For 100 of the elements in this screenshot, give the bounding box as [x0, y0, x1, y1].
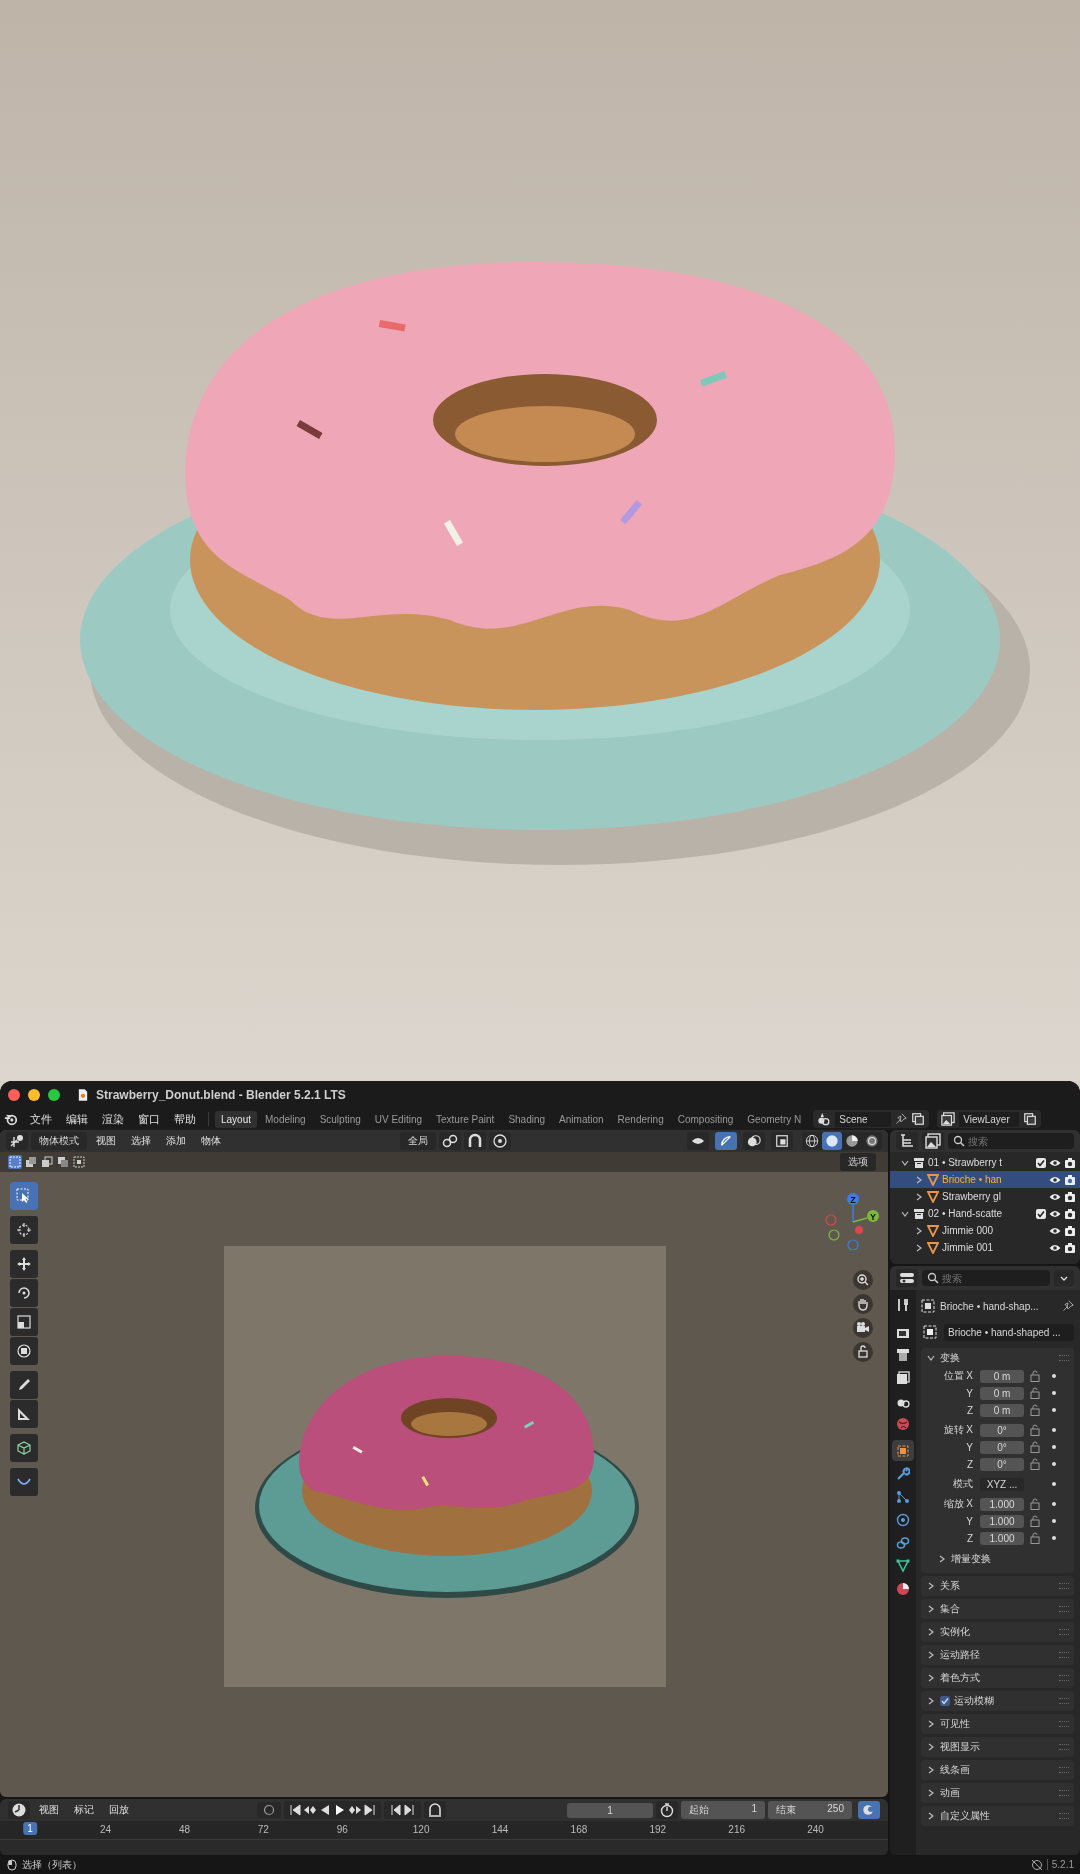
- menu-item[interactable]: 视图: [90, 1134, 122, 1148]
- number-field[interactable]: 0 m: [980, 1369, 1024, 1383]
- menu-item[interactable]: 文件: [24, 1111, 58, 1127]
- dropdown-icon[interactable]: [1054, 1270, 1074, 1286]
- keying-icon[interactable]: [423, 1801, 446, 1819]
- pin-icon[interactable]: [895, 1113, 908, 1125]
- lock-icon[interactable]: [1030, 1458, 1040, 1470]
- sync-button[interactable]: [858, 1801, 880, 1819]
- panel-header[interactable]: 增量变换: [921, 1549, 1074, 1569]
- playhead[interactable]: 1: [23, 1822, 37, 1835]
- chevron-icon[interactable]: [914, 1191, 924, 1202]
- keyframe-dot-icon[interactable]: [1051, 1373, 1057, 1379]
- tool-button[interactable]: [10, 1182, 38, 1210]
- menu-item[interactable]: 添加: [160, 1134, 192, 1148]
- outliner-row[interactable]: Jimmie 000: [890, 1222, 1080, 1239]
- workspace-tab[interactable]: Animation: [553, 1110, 610, 1128]
- close-window-button[interactable]: [8, 1088, 20, 1101]
- pin-icon[interactable]: [1062, 1300, 1074, 1312]
- panel-header[interactable]: 集合: [921, 1599, 1074, 1619]
- outliner-row[interactable]: 02 • Hand-scatte: [890, 1205, 1080, 1222]
- grip-icon[interactable]: [1059, 1698, 1069, 1704]
- number-field[interactable]: 1.000: [980, 1514, 1024, 1528]
- number-field[interactable]: 0°: [980, 1440, 1024, 1454]
- step-forward-icon[interactable]: [403, 1804, 416, 1816]
- lock-icon[interactable]: [1030, 1387, 1040, 1399]
- tool-button[interactable]: [10, 1308, 38, 1336]
- next-keyframe-icon[interactable]: [348, 1804, 361, 1816]
- tool-button[interactable]: [10, 1337, 38, 1365]
- mode-dropdown[interactable]: 物体模式: [31, 1132, 87, 1150]
- lock-icon[interactable]: [1030, 1404, 1040, 1416]
- panel-header[interactable]: 自定义属性: [921, 1806, 1074, 1826]
- panel-header[interactable]: 运动模糊: [921, 1691, 1074, 1711]
- panel-header[interactable]: 可见性: [921, 1714, 1074, 1734]
- workspace-tab[interactable]: Compositing: [671, 1110, 740, 1128]
- minimize-window-button[interactable]: [28, 1088, 40, 1101]
- overlay-button[interactable]: [743, 1132, 765, 1150]
- lock-icon[interactable]: [1030, 1424, 1040, 1436]
- solid-shading-button[interactable]: [822, 1132, 842, 1150]
- keyframe-dot-icon[interactable]: [1051, 1390, 1057, 1396]
- select-mode-button[interactable]: [40, 1155, 54, 1169]
- number-field[interactable]: 0°: [980, 1423, 1024, 1437]
- navigation-gizmo[interactable]: Z Y: [823, 1190, 883, 1250]
- jump-start-icon[interactable]: [288, 1804, 301, 1816]
- keyframe-dot-icon[interactable]: [1051, 1444, 1057, 1450]
- frame-step-controls[interactable]: [383, 1801, 421, 1819]
- previous-keyframe-icon[interactable]: [303, 1804, 316, 1816]
- panel-header[interactable]: 视图显示: [921, 1737, 1074, 1757]
- keyframe-dot-icon[interactable]: [1051, 1535, 1057, 1541]
- grip-icon[interactable]: [1059, 1355, 1069, 1361]
- zoom-icon[interactable]: [853, 1270, 873, 1290]
- lock-icon[interactable]: [853, 1342, 873, 1362]
- object-icon[interactable]: [921, 1323, 939, 1341]
- visibility-button[interactable]: [687, 1132, 709, 1150]
- link-icon[interactable]: [439, 1132, 461, 1150]
- chevron-icon[interactable]: [914, 1242, 924, 1253]
- keyframe-dot-icon[interactable]: [1051, 1501, 1057, 1507]
- duplicate-icon[interactable]: [911, 1112, 926, 1126]
- workspace-tab[interactable]: Geometry N: [741, 1110, 808, 1128]
- lock-icon[interactable]: [1030, 1532, 1040, 1544]
- checkbox[interactable]: [1036, 1157, 1046, 1168]
- hand-icon[interactable]: [853, 1294, 873, 1314]
- chevron-icon[interactable]: [914, 1225, 924, 1236]
- menu-item[interactable]: 回放: [103, 1803, 135, 1817]
- duplicate-icon[interactable]: [1023, 1112, 1038, 1126]
- panel-header[interactable]: 变换: [921, 1348, 1074, 1368]
- grip-icon[interactable]: [1059, 1675, 1069, 1681]
- search-field[interactable]: 搜索: [922, 1270, 1050, 1286]
- keyframe-dot-icon[interactable]: [1051, 1461, 1057, 1467]
- magnet-icon[interactable]: [464, 1132, 486, 1150]
- outliner-row[interactable]: Jimmie 001: [890, 1239, 1080, 1256]
- workspace-tab[interactable]: Layout: [215, 1110, 258, 1128]
- grip-icon[interactable]: [1059, 1721, 1069, 1727]
- camera-icon[interactable]: [1064, 1241, 1076, 1254]
- xray-button[interactable]: [771, 1132, 793, 1150]
- lock-icon[interactable]: [1030, 1441, 1040, 1453]
- number-field[interactable]: 0°: [980, 1457, 1024, 1471]
- camera-icon[interactable]: [1064, 1224, 1076, 1237]
- workspace-tab[interactable]: Shading: [502, 1110, 552, 1128]
- object-tab[interactable]: [892, 1440, 914, 1461]
- editor-type-icon[interactable]: [6, 1132, 28, 1150]
- step-back-icon[interactable]: [388, 1804, 401, 1816]
- properties-icon[interactable]: [896, 1269, 918, 1287]
- checkbox[interactable]: [940, 1696, 950, 1706]
- camera-icon[interactable]: [853, 1318, 873, 1338]
- current-frame-field[interactable]: 1: [567, 1802, 653, 1818]
- panel-header[interactable]: 着色方式: [921, 1668, 1074, 1688]
- menu-item[interactable]: 帮助: [168, 1111, 202, 1127]
- jump-end-icon[interactable]: [363, 1804, 376, 1816]
- keyframe-dot-icon[interactable]: [1051, 1518, 1057, 1524]
- grip-icon[interactable]: [1059, 1583, 1069, 1589]
- lock-icon[interactable]: [1030, 1515, 1040, 1527]
- workspace-tab[interactable]: Rendering: [611, 1110, 670, 1128]
- camera-icon[interactable]: [1064, 1190, 1076, 1203]
- number-field[interactable]: 1.000: [980, 1497, 1024, 1511]
- tool-button[interactable]: [10, 1371, 38, 1399]
- outliner-row[interactable]: Strawberry gl: [890, 1188, 1080, 1205]
- number-field[interactable]: 0 m: [980, 1403, 1024, 1417]
- start-frame-field[interactable]: 起始 1: [681, 1801, 765, 1819]
- keyframe-dot-icon[interactable]: [1051, 1407, 1057, 1413]
- tool-button[interactable]: [10, 1250, 38, 1278]
